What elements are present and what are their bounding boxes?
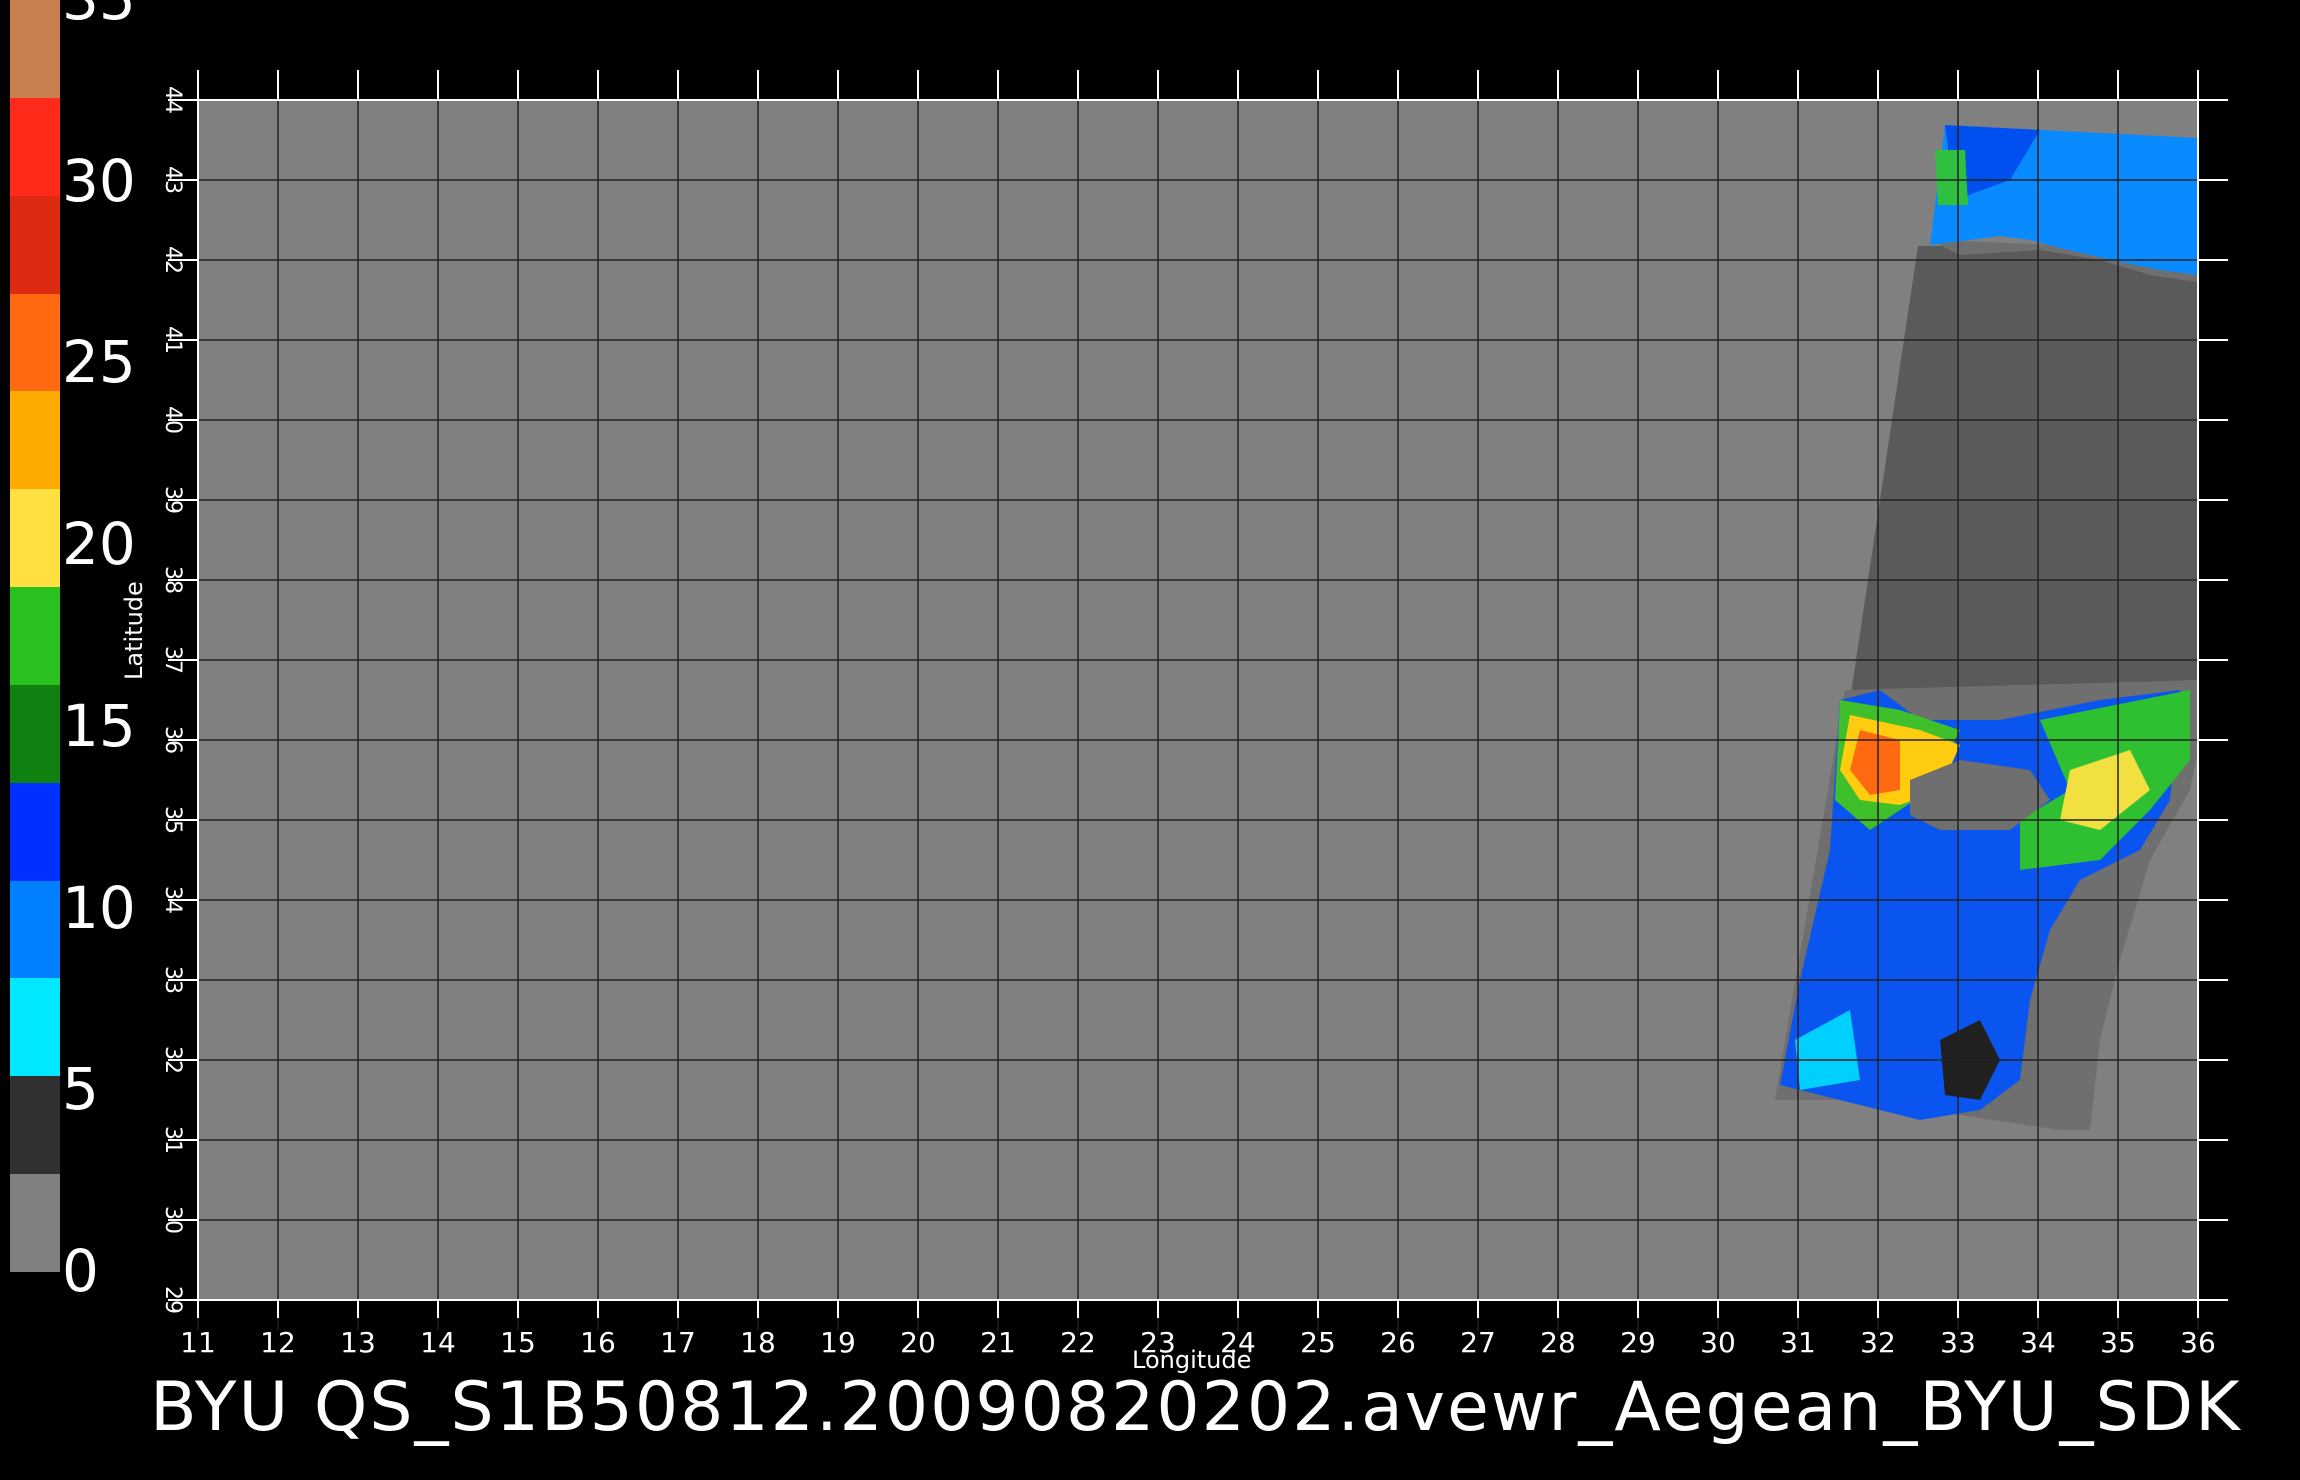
y-axis-title: Latitude bbox=[120, 581, 148, 680]
x-tick-label: 35 bbox=[2100, 1326, 2136, 1359]
x-tick-label: 18 bbox=[740, 1326, 776, 1359]
y-tick-label: 43 bbox=[160, 166, 185, 194]
x-tick-label: 31 bbox=[1780, 1326, 1816, 1359]
x-tick-label: 12 bbox=[260, 1326, 296, 1359]
colorbar-tick-label: 10 bbox=[62, 873, 136, 942]
x-tick-label: 15 bbox=[500, 1326, 536, 1359]
y-tick-label: 33 bbox=[160, 966, 185, 994]
x-tick-label: 11 bbox=[180, 1326, 216, 1359]
image-title: BYU QS_S1B50812.20090820202.avewr_Aegean… bbox=[150, 1368, 2242, 1447]
y-tick-label: 36 bbox=[160, 726, 185, 754]
y-tick-label: 42 bbox=[160, 246, 185, 274]
x-tick-label: 25 bbox=[1300, 1326, 1336, 1359]
north-wind-green bbox=[1935, 150, 1968, 205]
colorbar-tick-label: 35 bbox=[62, 0, 136, 28]
x-tick-label: 19 bbox=[820, 1326, 856, 1359]
y-tick-label: 41 bbox=[160, 326, 185, 354]
y-tick-label: 34 bbox=[160, 886, 185, 914]
colorbar-tick-label: 0 bbox=[62, 1237, 99, 1305]
x-tick-label: 36 bbox=[2180, 1326, 2216, 1359]
x-tick-label: 32 bbox=[1860, 1326, 1896, 1359]
y-tick-label: 35 bbox=[160, 806, 185, 834]
y-tick-label: 40 bbox=[160, 406, 185, 434]
x-tick-label: 22 bbox=[1060, 1326, 1096, 1359]
wind-map: 11 12 13 14 15 16 17 18 19 20 21 22 23 24 25 26 27 28 29 30… bbox=[160, 70, 2228, 1359]
x-tick-label: 16 bbox=[580, 1326, 616, 1359]
x-tick-label: 21 bbox=[980, 1326, 1016, 1359]
x-tick-label: 13 bbox=[340, 1326, 376, 1359]
y-tick-label: 39 bbox=[160, 486, 185, 514]
x-tick-label: 20 bbox=[900, 1326, 936, 1359]
colorbar-tick-label: 25 bbox=[62, 328, 136, 397]
x-tick-label: 17 bbox=[660, 1326, 696, 1359]
x-tick-label: 28 bbox=[1540, 1326, 1576, 1359]
y-tick-label: 44 bbox=[160, 86, 185, 114]
x-tick-label: 34 bbox=[2020, 1326, 2056, 1359]
x-tick-label: 29 bbox=[1620, 1326, 1656, 1359]
y-tick-label: 38 bbox=[160, 566, 185, 594]
x-tick-label: 27 bbox=[1460, 1326, 1496, 1359]
colorbar-tick-label: 15 bbox=[62, 691, 136, 760]
colorbar-tick-label: 30 bbox=[62, 146, 136, 215]
x-tick-label: 30 bbox=[1700, 1326, 1736, 1359]
y-tick-label: 37 bbox=[160, 646, 185, 674]
y-tick-label: 30 bbox=[160, 1206, 185, 1234]
colorbar-tick-label: 5 bbox=[62, 1055, 99, 1124]
x-tick-label: 33 bbox=[1940, 1326, 1976, 1359]
x-tick-label: 26 bbox=[1380, 1326, 1416, 1359]
x-tick-label: 14 bbox=[420, 1326, 456, 1359]
y-tick-label: 29 bbox=[160, 1286, 185, 1314]
y-tick-label: 32 bbox=[160, 1046, 185, 1074]
y-tick-label: 31 bbox=[160, 1126, 185, 1154]
colorbar-tick-label: 20 bbox=[62, 510, 136, 579]
